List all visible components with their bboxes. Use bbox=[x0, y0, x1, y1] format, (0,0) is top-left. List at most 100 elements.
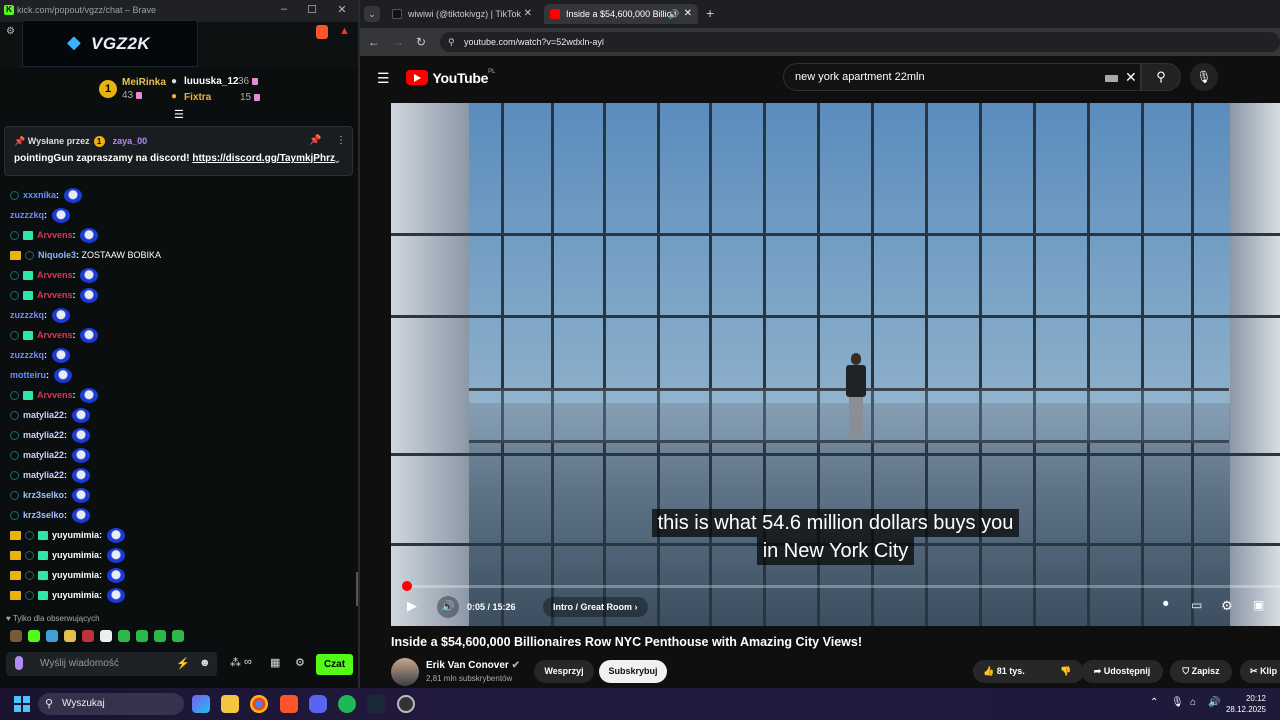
emote-icon[interactable] bbox=[64, 630, 76, 642]
close-icon[interactable]: ✕ bbox=[334, 3, 350, 16]
store-icon[interactable]: ▦ bbox=[270, 656, 280, 669]
emote-icon[interactable] bbox=[28, 630, 40, 642]
dislike-button[interactable]: 👎 bbox=[1048, 660, 1084, 683]
chat-feed[interactable]: xxxnika: zuzzzkq: Arvvens: Niquole3: ZOS… bbox=[0, 176, 358, 606]
chat-username[interactable]: krz3selko bbox=[23, 490, 64, 500]
channel-name[interactable]: Erik Van Conover ✔ bbox=[426, 660, 520, 671]
audio-playing-icon[interactable]: 🔊 bbox=[668, 4, 679, 24]
volume-icon[interactable]: 🔊 bbox=[437, 596, 459, 618]
new-tab-icon[interactable]: + bbox=[706, 5, 714, 21]
tab-search-icon[interactable]: ⌄ bbox=[364, 6, 380, 22]
progress-bar[interactable] bbox=[402, 581, 1280, 591]
url-field[interactable]: ⚲ youtube.com/watch?v=52wdxln-ayl bbox=[440, 32, 1280, 52]
settings-icon[interactable]: ⚙ bbox=[6, 26, 15, 37]
chat-message[interactable]: zuzzzkq: bbox=[10, 306, 70, 324]
brave-icon[interactable] bbox=[280, 695, 298, 713]
leader-name[interactable]: Fixtra bbox=[184, 92, 211, 103]
taskbar-search[interactable]: ⚲ Wyszukaj bbox=[38, 693, 184, 715]
infinity-icon[interactable]: ∞ bbox=[244, 656, 252, 668]
chat-username[interactable]: krz3selko bbox=[23, 510, 64, 520]
autoplay-toggle-icon[interactable]: ⏺ bbox=[1163, 598, 1169, 611]
youtube-logo[interactable]: YouTubePL bbox=[406, 69, 496, 87]
chat-username[interactable]: zuzzzkq bbox=[10, 210, 44, 220]
channel-avatar[interactable] bbox=[391, 658, 419, 686]
clip-button[interactable]: ✂ Klip bbox=[1240, 660, 1280, 683]
leader-name[interactable]: luuuska_12 bbox=[184, 76, 238, 87]
settings-gear-icon[interactable]: ⚙ bbox=[1221, 598, 1233, 614]
emote-icon[interactable] bbox=[82, 630, 94, 642]
chat-username[interactable]: Niquole3 bbox=[38, 250, 76, 260]
chat-message[interactable]: Niquole3: ZOSTAAW BOBIKA bbox=[10, 246, 161, 264]
emote-icon[interactable] bbox=[172, 630, 184, 642]
chat-message[interactable]: Arvvens: bbox=[10, 266, 99, 284]
emoji-icon[interactable]: ☻ bbox=[199, 657, 211, 669]
chrome-icon[interactable] bbox=[250, 695, 268, 713]
chat-message[interactable]: Arvvens: bbox=[10, 326, 99, 344]
system-clock[interactable]: 20:12 28.12.2025 bbox=[1226, 693, 1266, 715]
chat-message[interactable]: matylia22: bbox=[10, 406, 90, 424]
chat-message[interactable]: yuyumimia: bbox=[10, 566, 125, 584]
chat-input[interactable]: Wyślij wiadomość ⚡ ☻ bbox=[6, 652, 217, 676]
keyboard-icon[interactable] bbox=[1105, 75, 1118, 82]
chat-message[interactable]: krz3selko: bbox=[10, 486, 90, 504]
miniplayer-icon[interactable]: ▣ bbox=[1253, 598, 1264, 612]
chat-username[interactable]: zuzzzkq bbox=[10, 350, 44, 360]
chevron-up-icon[interactable]: ⌃ bbox=[1150, 697, 1158, 708]
chat-username[interactable]: Arvvens bbox=[37, 330, 73, 340]
chapter-button[interactable]: Intro / Great Room › bbox=[543, 597, 648, 617]
chat-username[interactable]: yuyumimia bbox=[52, 550, 99, 560]
chat-message[interactable]: yuyumimia: bbox=[10, 546, 125, 564]
chat-username[interactable]: matylia22 bbox=[23, 450, 64, 460]
obs-icon[interactable] bbox=[397, 695, 415, 713]
chat-username[interactable]: yuyumimia bbox=[52, 590, 99, 600]
chat-message[interactable]: Arvvens: bbox=[10, 286, 99, 304]
chat-username[interactable]: matylia22 bbox=[23, 470, 64, 480]
more-options-icon[interactable]: ⋮ bbox=[336, 135, 346, 146]
pinned-user[interactable]: zaya_00 bbox=[113, 136, 148, 146]
discord-link[interactable]: https://discord.gg/TaymkjPhrz bbox=[192, 153, 335, 164]
progress-scrubber[interactable] bbox=[402, 581, 412, 591]
network-icon[interactable]: ⌂ bbox=[1190, 697, 1196, 708]
emote-icon[interactable] bbox=[100, 630, 112, 642]
minimize-icon[interactable]: – bbox=[276, 3, 292, 15]
forward-icon[interactable]: → bbox=[392, 35, 404, 49]
chat-message[interactable]: Arvvens: bbox=[10, 226, 99, 244]
chat-username[interactable]: matylia22 bbox=[23, 430, 64, 440]
chat-message[interactable]: xxxnika: bbox=[10, 186, 82, 204]
start-button[interactable] bbox=[14, 696, 30, 712]
microphone-icon[interactable] bbox=[15, 656, 23, 670]
chat-message[interactable]: krz3selko: bbox=[10, 506, 90, 524]
reload-icon[interactable]: ↻ bbox=[416, 35, 426, 49]
spotify-icon[interactable] bbox=[338, 695, 356, 713]
chat-username[interactable]: Arvvens bbox=[37, 230, 73, 240]
chat-username[interactable]: yuyumimia bbox=[52, 530, 99, 540]
chat-username[interactable]: motteiru bbox=[10, 370, 46, 380]
expand-leaderboard-icon[interactable]: ☰ bbox=[174, 108, 184, 121]
chat-username[interactable]: matylia22 bbox=[23, 410, 64, 420]
chat-username[interactable]: zuzzzkq bbox=[10, 310, 44, 320]
chat-message[interactable]: yuyumimia: bbox=[10, 586, 125, 604]
emote-icon[interactable] bbox=[10, 630, 22, 642]
back-icon[interactable]: ← bbox=[368, 35, 380, 49]
emote-icon[interactable] bbox=[118, 630, 130, 642]
subscribe-button[interactable]: Subskrybuj bbox=[599, 660, 667, 683]
close-tab-icon[interactable]: ✕ bbox=[524, 4, 532, 24]
chat-message[interactable]: zuzzzkq: bbox=[10, 346, 70, 364]
chat-message[interactable]: motteiru: bbox=[10, 366, 72, 384]
steam-icon[interactable] bbox=[367, 695, 385, 713]
tab-tiktok[interactable]: wiwiwi (@tiktokivgz) | TikTok ✕ bbox=[386, 4, 538, 24]
site-info-icon[interactable]: ⚲ bbox=[448, 32, 455, 52]
chat-username[interactable]: Arvvens bbox=[37, 270, 73, 280]
volume-icon[interactable]: 🔊 bbox=[1208, 697, 1220, 708]
unpin-icon[interactable]: 📌 bbox=[309, 135, 321, 146]
chat-username[interactable]: yuyumimia bbox=[52, 570, 99, 580]
chat-message[interactable]: Arvvens: bbox=[10, 386, 99, 404]
save-button[interactable]: ⛉ Zapisz bbox=[1170, 660, 1232, 683]
tab-youtube[interactable]: Inside a $54,600,000 Billion 🔊 ✕ bbox=[544, 4, 698, 24]
gif-icon[interactable]: ⚡ bbox=[176, 657, 190, 670]
search-button[interactable]: ⚲ bbox=[1141, 63, 1181, 91]
play-icon[interactable]: ▶ bbox=[407, 598, 417, 614]
hamburger-menu-icon[interactable]: ☰ bbox=[377, 70, 390, 87]
chat-message[interactable]: matylia22: bbox=[10, 426, 90, 444]
share-button[interactable]: ➦ Udostępnij bbox=[1081, 660, 1163, 683]
